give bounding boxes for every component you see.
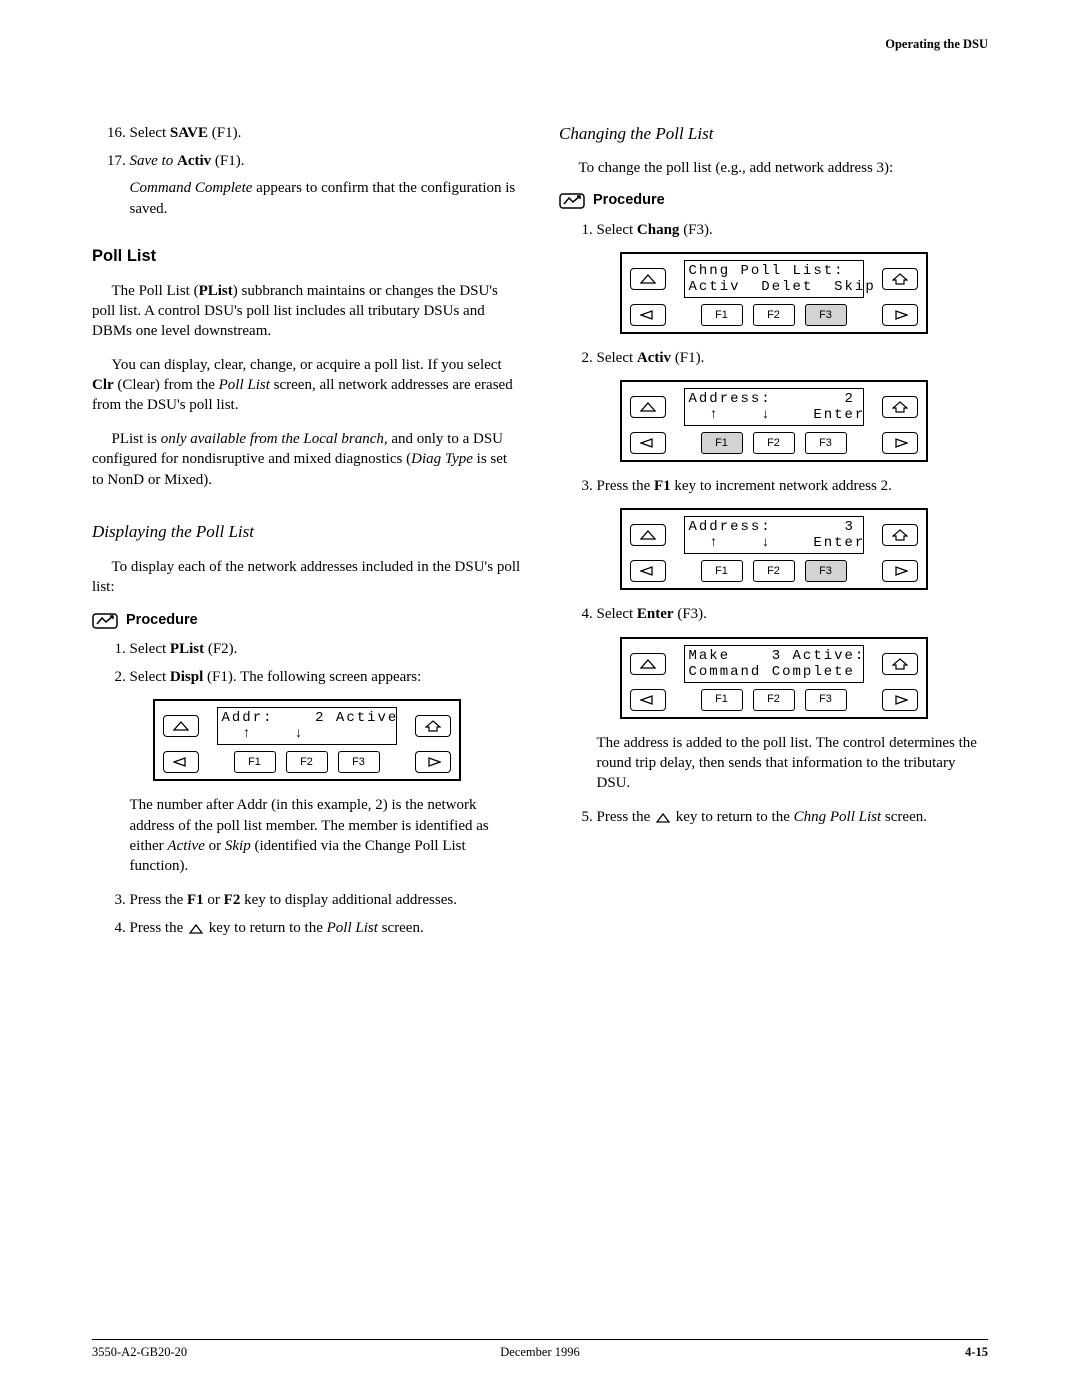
lcd-address-2: Address: 2 ↑ ↓ Enter F1 F2 F3 xyxy=(620,380,928,462)
left-column: Select SAVE (F1). Save to Activ (F1). Co… xyxy=(92,123,521,947)
running-header: Operating the DSU xyxy=(92,36,988,53)
change-step-2: Select Activ (F1). xyxy=(597,348,989,368)
lcd-chng-poll: Chng Poll List: Activ Delet Skip F1 F2 F… xyxy=(620,252,928,334)
nav-up-key[interactable] xyxy=(630,396,666,418)
poll-list-p3: PList is only available from the Local b… xyxy=(92,429,521,490)
procedure-heading-right: Procedure xyxy=(559,191,988,211)
step-17: Save to Activ (F1). Command Complete app… xyxy=(130,151,522,219)
change-step-4: Select Enter (F3). xyxy=(597,604,989,624)
continued-steps: Select SAVE (F1). Save to Activ (F1). Co… xyxy=(92,123,521,219)
poll-list-heading: Poll List xyxy=(92,245,521,267)
step-17-note: Command Complete appears to confirm that… xyxy=(130,178,522,219)
triangle-up-icon xyxy=(656,809,670,829)
nav-home-key[interactable] xyxy=(882,653,918,675)
lcd-address-3: Address: 3 ↑ ↓ Enter F1 F2 F3 xyxy=(620,508,928,590)
nav-right-key[interactable] xyxy=(882,560,918,582)
display-step-1: Select PList (F2). xyxy=(130,639,522,659)
nav-right-key[interactable] xyxy=(415,751,451,773)
procedure-icon xyxy=(559,193,585,209)
right-column: Changing the Poll List To change the pol… xyxy=(559,123,988,947)
poll-list-p1: The Poll List (PList) subbranch maintain… xyxy=(92,281,521,342)
displaying-heading: Displaying the Poll List xyxy=(92,521,521,544)
softkey-f2[interactable]: F2 xyxy=(753,432,795,454)
lcd-screen: Chng Poll List: Activ Delet Skip xyxy=(684,260,864,298)
change-step-5: Press the key to return to the Chng Poll… xyxy=(597,807,989,829)
lcd-make-active: Make 3 Active: Command Complete F1 F2 F3 xyxy=(620,637,928,719)
nav-right-key[interactable] xyxy=(882,689,918,711)
nav-home-key[interactable] xyxy=(882,268,918,290)
change-steps-2: Select Activ (F1). xyxy=(559,348,988,368)
nav-home-key[interactable] xyxy=(415,715,451,737)
softkey-f3[interactable]: F3 xyxy=(805,304,847,326)
softkey-f1[interactable]: F1 xyxy=(701,560,743,582)
softkey-f1[interactable]: F1 xyxy=(701,689,743,711)
page-footer: 3550-A2-GB20-20 December 1996 4-15 xyxy=(92,1339,988,1361)
nav-left-key[interactable] xyxy=(630,560,666,582)
changing-heading: Changing the Poll List xyxy=(559,123,988,146)
nav-left-key[interactable] xyxy=(163,751,199,773)
softkey-f3[interactable]: F3 xyxy=(338,751,380,773)
softkey-f2[interactable]: F2 xyxy=(753,689,795,711)
nav-left-key[interactable] xyxy=(630,689,666,711)
changing-intro: To change the poll list (e.g., add netwo… xyxy=(559,158,988,178)
triangle-up-icon xyxy=(189,920,203,940)
step-16: Select SAVE (F1). xyxy=(130,123,522,143)
softkey-f3[interactable]: F3 xyxy=(805,689,847,711)
display-step-3: Press the F1 or F2 key to display additi… xyxy=(130,890,522,910)
lcd-screen: Make 3 Active: Command Complete xyxy=(684,645,864,683)
nav-home-key[interactable] xyxy=(882,524,918,546)
nav-up-key[interactable] xyxy=(630,268,666,290)
display-steps: Select PList (F2). Select Displ (F1). Th… xyxy=(92,639,521,687)
change-step-1: Select Chang (F3). xyxy=(597,220,989,240)
softkey-f2[interactable]: F2 xyxy=(286,751,328,773)
softkey-f2[interactable]: F2 xyxy=(753,304,795,326)
display-steps-cont: Press the F1 or F2 key to display additi… xyxy=(92,890,521,940)
lcd-display-addr: Addr: 2 Active ↑ ↓ F1 F2 F3 xyxy=(153,699,461,781)
display-step-2: Select Displ (F1). The following screen … xyxy=(130,667,522,687)
displaying-intro: To display each of the network addresses… xyxy=(92,557,521,598)
display-step-4: Press the key to return to the Poll List… xyxy=(130,918,522,940)
nav-right-key[interactable] xyxy=(882,304,918,326)
softkey-f2[interactable]: F2 xyxy=(753,560,795,582)
procedure-heading-left: Procedure xyxy=(92,611,521,631)
procedure-icon xyxy=(92,613,118,629)
lcd-screen: Addr: 2 Active ↑ ↓ xyxy=(217,707,397,745)
lcd-screen: Address: 2 ↑ ↓ Enter xyxy=(684,388,864,426)
nav-up-key[interactable] xyxy=(630,653,666,675)
poll-list-p2: You can display, clear, change, or acqui… xyxy=(92,355,521,416)
footer-center: December 1996 xyxy=(92,1344,988,1361)
change-step-3: Press the F1 key to increment network ad… xyxy=(597,476,989,496)
nav-right-key[interactable] xyxy=(882,432,918,454)
softkey-f1[interactable]: F1 xyxy=(701,432,743,454)
change-steps-4: Select Enter (F3). xyxy=(559,604,988,624)
lcd-screen: Address: 3 ↑ ↓ Enter xyxy=(684,516,864,554)
nav-left-key[interactable] xyxy=(630,432,666,454)
change-steps-1: Select Chang (F3). xyxy=(559,220,988,240)
change-steps-5: Press the key to return to the Chng Poll… xyxy=(559,807,988,829)
softkey-f3[interactable]: F3 xyxy=(805,432,847,454)
nav-left-key[interactable] xyxy=(630,304,666,326)
display-note: The number after Addr (in this example, … xyxy=(130,795,522,876)
change-note: The address is added to the poll list. T… xyxy=(597,733,989,794)
softkey-f3[interactable]: F3 xyxy=(805,560,847,582)
softkey-f1[interactable]: F1 xyxy=(701,304,743,326)
nav-home-key[interactable] xyxy=(882,396,918,418)
nav-up-key[interactable] xyxy=(163,715,199,737)
nav-up-key[interactable] xyxy=(630,524,666,546)
softkey-f1[interactable]: F1 xyxy=(234,751,276,773)
change-steps-3: Press the F1 key to increment network ad… xyxy=(559,476,988,496)
